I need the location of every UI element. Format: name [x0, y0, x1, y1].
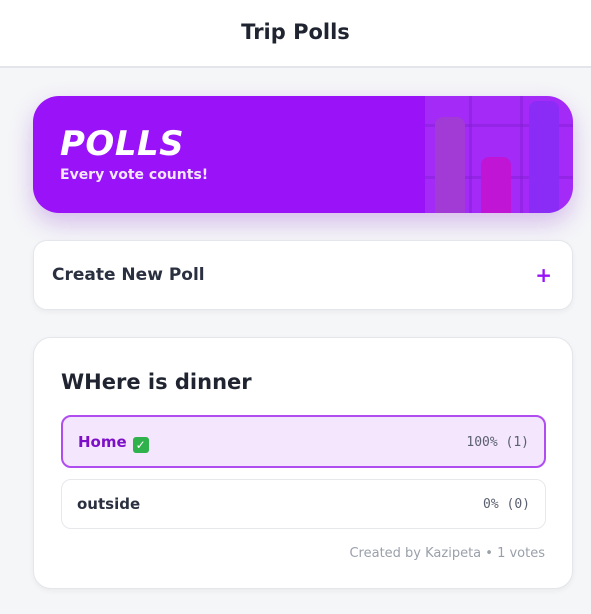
poll-card: WHere is dinner Home ✓ 100% (1) outside 0…: [33, 337, 573, 589]
app-header: Trip Polls: [0, 0, 591, 68]
polls-banner: POLLS Every vote counts!: [33, 96, 573, 213]
poll-option-outside[interactable]: outside 0% (0): [61, 479, 546, 529]
option-label: Home ✓: [78, 433, 149, 453]
plus-icon[interactable]: +: [535, 263, 552, 287]
poll-meta: Created by Kazipeta • 1 votes: [349, 546, 545, 561]
checkmark-icon: ✓: [132, 437, 149, 453]
option-label: outside: [77, 495, 141, 513]
create-poll-toggle[interactable]: Create New Poll +: [33, 240, 573, 310]
option-result: 0% (0): [483, 497, 530, 512]
banner-title: POLLS: [60, 124, 185, 164]
option-result: 100% (1): [466, 435, 529, 450]
banner-subtitle: Every vote counts!: [60, 167, 209, 183]
poll-question: WHere is dinner: [61, 370, 252, 394]
poll-option-home[interactable]: Home ✓ 100% (1): [61, 415, 546, 468]
create-poll-label: Create New Poll: [52, 265, 205, 285]
bar-chart-graphic: [425, 96, 573, 213]
page-title: Trip Polls: [241, 20, 350, 44]
